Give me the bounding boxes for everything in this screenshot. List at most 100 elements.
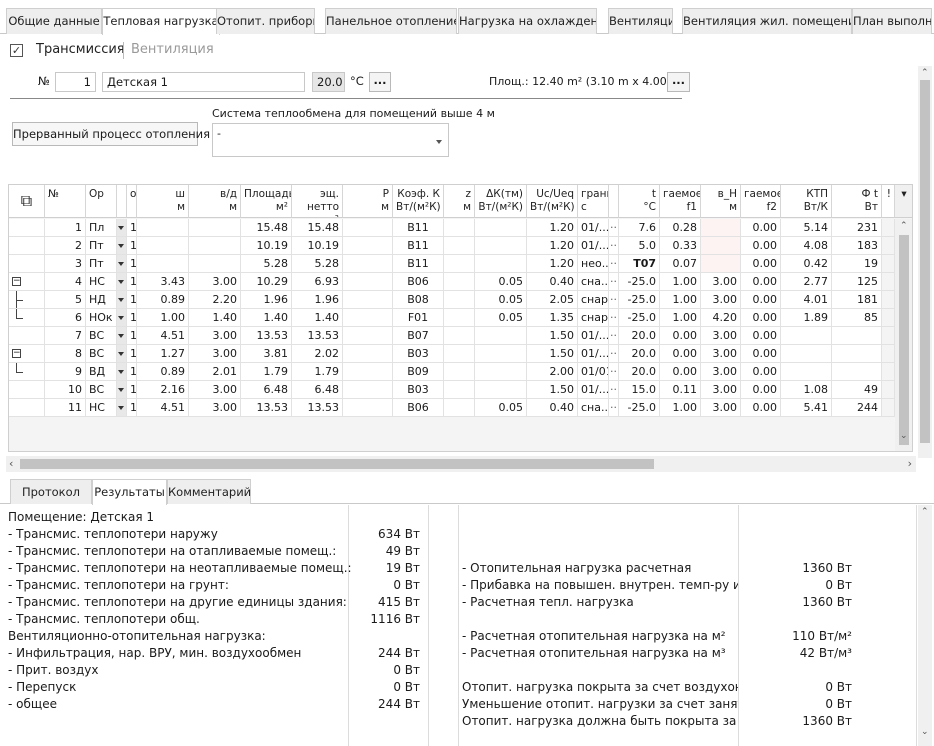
grid-cell[interactable]: 13.53 xyxy=(241,327,292,345)
grid-cell[interactable]: B08 xyxy=(393,291,444,309)
grid-cell[interactable]: НС xyxy=(86,273,117,291)
grid-cell[interactable]: 1 xyxy=(127,237,137,255)
grid-cell[interactable]: 1 xyxy=(127,327,137,345)
orientation-dropdown[interactable] xyxy=(117,291,127,309)
grid-cell[interactable]: 5.14 xyxy=(781,219,832,237)
boundary-more-button[interactable]: ··· xyxy=(609,291,619,309)
grid-cell[interactable]: Пт xyxy=(86,255,117,273)
grid-cell[interactable]: 5 xyxy=(45,291,86,309)
grid-cell[interactable]: 244 xyxy=(832,399,882,417)
grid-cell[interactable]: 0.00 xyxy=(741,399,781,417)
grid-cell[interactable]: 0.05 xyxy=(475,273,527,291)
grid-cell[interactable]: 20.0 xyxy=(619,345,660,363)
grid-cell[interactable]: 0.00 xyxy=(660,327,701,345)
grid-cell[interactable]: 4.51 xyxy=(137,327,189,345)
grid-cell[interactable]: 183 xyxy=(832,237,882,255)
grid-cell[interactable] xyxy=(475,327,527,345)
grid-cell[interactable]: 10.19 xyxy=(292,237,343,255)
grid-cell[interactable] xyxy=(882,381,895,399)
grid-header-cell[interactable]: Ф t Вт xyxy=(832,185,882,218)
grid-cell[interactable]: 0.00 xyxy=(660,345,701,363)
grid-cell[interactable]: 125 xyxy=(832,273,882,291)
bottom-tab[interactable]: Результаты xyxy=(92,479,167,505)
grid-header-cell[interactable]: ! xyxy=(882,185,895,218)
grid-cell[interactable]: 4 xyxy=(45,273,86,291)
scroll-up-icon[interactable]: ⌃ xyxy=(921,68,929,78)
top-tab[interactable]: Тепловая нагрузка xyxy=(102,8,220,35)
grid-cell[interactable]: 5.28 xyxy=(292,255,343,273)
grid-header-cell[interactable]: Uc/Ueq Вт/(м²К) xyxy=(527,185,578,218)
grid-cell[interactable] xyxy=(444,291,475,309)
scroll-up-icon[interactable]: ⌃ xyxy=(900,221,908,231)
grid-cell[interactable]: снар... xyxy=(578,309,609,327)
grid-cell[interactable]: 01/... xyxy=(578,381,609,399)
grid-cell[interactable]: 1 xyxy=(127,255,137,273)
grid-cell[interactable]: 1.00 xyxy=(660,273,701,291)
orientation-dropdown[interactable] xyxy=(117,309,127,327)
grid-cell[interactable]: снар... xyxy=(578,291,609,309)
grid-header-cell[interactable]: шм xyxy=(137,185,189,218)
grid-cell[interactable]: 0.00 xyxy=(741,237,781,255)
grid-cell[interactable]: 1 xyxy=(127,345,137,363)
grid-cell[interactable]: 3.00 xyxy=(701,345,741,363)
grid-cell[interactable]: 15.48 xyxy=(241,219,292,237)
grid-cell[interactable]: -25.0 xyxy=(619,399,660,417)
grid-cell[interactable]: 1 xyxy=(127,363,137,381)
grid-cell[interactable] xyxy=(343,309,393,327)
boundary-more-button[interactable]: ··· xyxy=(609,327,619,345)
grid-header-cell[interactable]: эщ. неттом² xyxy=(292,185,343,218)
grid-cell[interactable] xyxy=(343,237,393,255)
grid-cell[interactable]: 5.28 xyxy=(241,255,292,273)
grid-cell[interactable] xyxy=(781,327,832,345)
grid-cell[interactable]: ВС xyxy=(86,327,117,345)
grid-cell[interactable]: 6 xyxy=(45,309,86,327)
grid-cell[interactable]: НД xyxy=(86,291,117,309)
grid-cell[interactable] xyxy=(882,399,895,417)
grid-cell[interactable]: 6.48 xyxy=(241,381,292,399)
grid-cell[interactable]: 1.50 xyxy=(527,327,578,345)
grid-cell[interactable] xyxy=(475,345,527,363)
grid-cell[interactable] xyxy=(137,219,189,237)
grid-cell[interactable]: Пт xyxy=(86,237,117,255)
grid-cell[interactable] xyxy=(444,237,475,255)
grid-cell[interactable] xyxy=(343,219,393,237)
grid-cell[interactable]: 0.00 xyxy=(741,291,781,309)
grid-cell[interactable]: B11 xyxy=(393,237,444,255)
grid-cell[interactable]: 2.20 xyxy=(189,291,241,309)
grid-cell[interactable]: 0.11 xyxy=(660,381,701,399)
grid-header-cell[interactable]: в/д м xyxy=(189,185,241,218)
grid-cell[interactable]: 0.28 xyxy=(660,219,701,237)
form-scrollbar[interactable]: ⌃ xyxy=(918,66,932,458)
grid-cell[interactable]: 181 xyxy=(832,291,882,309)
grid-cell[interactable] xyxy=(701,219,741,237)
grid-cell[interactable]: 1.40 xyxy=(241,309,292,327)
grid-cell[interactable] xyxy=(137,237,189,255)
grid-cell[interactable] xyxy=(701,255,741,273)
grid-cell[interactable]: 3.00 xyxy=(189,273,241,291)
grid-cell[interactable]: 13.53 xyxy=(292,327,343,345)
scroll-left-icon[interactable]: ‹ xyxy=(9,457,13,470)
grid-cell[interactable]: 1.89 xyxy=(781,309,832,327)
top-tab[interactable]: Отопит. приборы xyxy=(216,8,315,34)
boundary-more-button[interactable]: ··· xyxy=(609,399,619,417)
grid-header-cell[interactable]: КТП Вт/К xyxy=(781,185,832,218)
grid-header-cell[interactable]: в_Н м xyxy=(701,185,741,218)
grid-horizontal-scrollbar[interactable]: ‹ › xyxy=(6,456,916,472)
grid-header-cell[interactable]: t °C xyxy=(619,185,660,218)
grid-cell[interactable]: 0.05 xyxy=(475,291,527,309)
grid-cell[interactable] xyxy=(343,273,393,291)
boundary-more-button[interactable]: ··· xyxy=(609,255,619,273)
grid-cell[interactable] xyxy=(137,255,189,273)
grid-cell[interactable]: 1 xyxy=(127,381,137,399)
grid-cell[interactable]: 1.40 xyxy=(189,309,241,327)
grid-header-cell[interactable]: Коэф. К Вт/(м²К) xyxy=(393,185,444,218)
grid-cell[interactable]: 0.05 xyxy=(475,399,527,417)
grid-cell[interactable]: 1.27 xyxy=(137,345,189,363)
orientation-dropdown[interactable] xyxy=(117,399,127,417)
grid-cell[interactable]: T07 xyxy=(619,255,660,273)
grid-horizontal-scrollbar-thumb[interactable] xyxy=(20,459,654,469)
subtab-ventilation[interactable]: Вентиляция xyxy=(131,42,214,57)
orientation-dropdown[interactable] xyxy=(117,381,127,399)
room-name-field[interactable]: Детская 1 xyxy=(102,72,305,92)
grid-header-cell[interactable]: границс xyxy=(578,185,609,218)
